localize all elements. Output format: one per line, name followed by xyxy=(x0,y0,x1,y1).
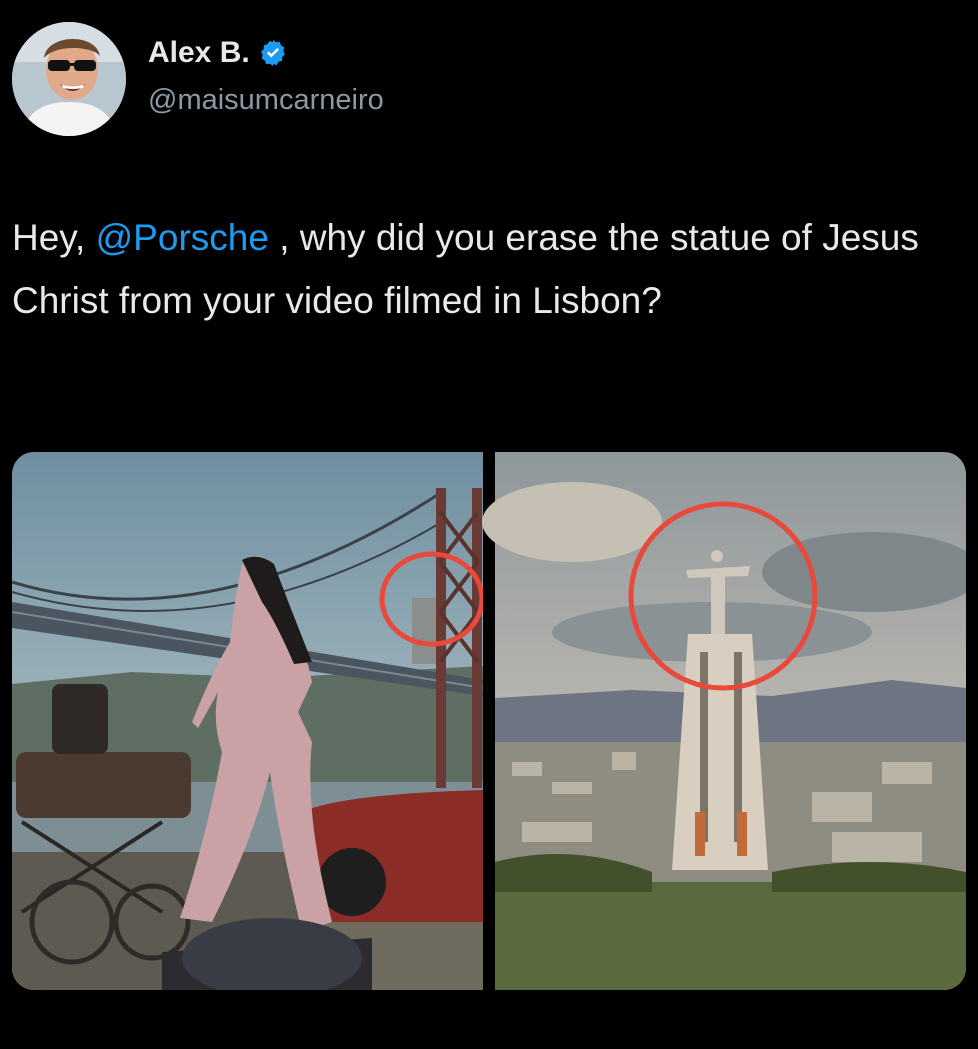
avatar-image xyxy=(12,22,126,136)
author-name[interactable]: Alex B. xyxy=(148,36,250,70)
tweet-text-before: Hey, xyxy=(12,217,96,258)
mention-link[interactable]: @Porsche xyxy=(96,217,269,258)
right-image-statue xyxy=(482,452,966,990)
author-name-row[interactable]: Alex B. xyxy=(148,36,288,70)
left-image-bridge xyxy=(12,452,485,990)
avatar[interactable] xyxy=(12,22,126,136)
tweet-media[interactable] xyxy=(12,452,966,990)
verified-badge-icon xyxy=(260,39,285,67)
author-handle[interactable]: @maisumcarneiro xyxy=(148,84,384,117)
tweet-text: Hey, @Porsche , why did you erase the st… xyxy=(12,206,962,332)
